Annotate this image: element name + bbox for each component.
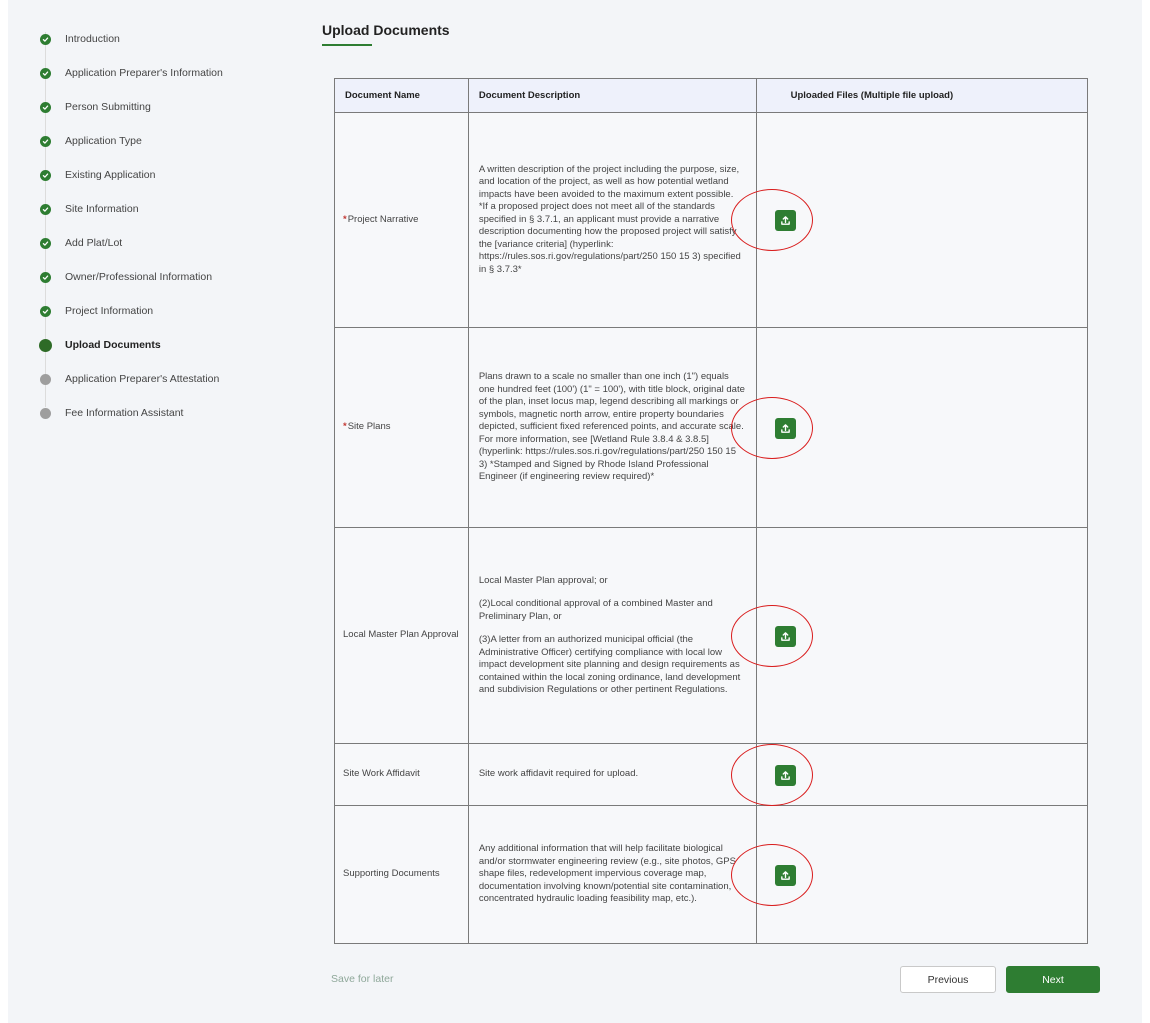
document-name-cell: Site Work Affidavit (334, 743, 469, 806)
document-description-cell: Site work affidavit required for upload. (467, 743, 757, 806)
step-label: Fee Information Assistant (65, 407, 184, 419)
upload-icon (780, 631, 791, 642)
table-row: Site Work Affidavit Site work affidavit r… (334, 743, 1089, 806)
upload-button[interactable] (774, 625, 796, 647)
header-uploaded-files: Uploaded Files (Multiple file upload) (755, 78, 1089, 113)
step-item[interactable]: Site Information (34, 192, 274, 226)
table-row: Local Master Plan Approval Local Master P… (334, 527, 1089, 744)
upload-button[interactable] (774, 764, 796, 786)
required-indicator: * (343, 213, 347, 225)
uploaded-files-cell (730, 527, 1089, 744)
step-item[interactable]: Person Submitting (34, 90, 274, 124)
upload-icon (780, 770, 791, 781)
upload-icon (780, 423, 791, 434)
step-item[interactable]: Existing Application (34, 158, 274, 192)
description-paragraph: *If a proposed project does not meet all… (478, 201, 741, 275)
check-circle-icon (40, 203, 51, 215)
table-row: *Site Plans Plans drawn to a scale no sma… (334, 327, 1089, 528)
step-label: Site Information (65, 203, 139, 215)
document-name: Local Master Plan Approval (343, 629, 459, 641)
document-name-cell: Supporting Documents (334, 805, 469, 944)
title-underline (322, 44, 372, 46)
document-description-cell: Any additional information that will hel… (467, 805, 757, 944)
page-title: Upload Documents (322, 22, 450, 38)
document-name: Site Plans (347, 421, 391, 433)
description-paragraph: Site work affidavit required for upload. (478, 768, 639, 780)
step-label: Application Type (65, 135, 142, 147)
pending-step-icon (40, 373, 51, 385)
check-circle-icon (40, 237, 51, 249)
step-item[interactable]: Application Preparer's Information (34, 56, 274, 90)
save-for-later-link[interactable]: Save for later (331, 973, 393, 985)
document-name-cell: Local Master Plan Approval (334, 527, 469, 744)
document-description-cell: Local Master Plan approval; or (2)Local c… (467, 527, 757, 744)
check-circle-icon (40, 67, 51, 79)
required-indicator: * (343, 421, 347, 433)
description-paragraph: (2)Local conditional approval of a combi… (478, 598, 713, 622)
upload-button[interactable] (774, 210, 796, 231)
description-paragraph: (3)A letter from an authorized municipal… (478, 634, 741, 695)
document-name: Project Narrative (347, 213, 419, 225)
check-circle-icon (40, 271, 51, 283)
check-circle-icon (40, 101, 51, 113)
uploaded-files-cell (730, 327, 1089, 528)
step-item[interactable]: Owner/Professional Information (34, 260, 274, 294)
document-description-cell: A written description of the project inc… (467, 112, 757, 328)
header-document-description: Document Description (467, 78, 757, 113)
current-step-icon (39, 338, 52, 352)
table-row: Supporting Documents Any additional infor… (334, 805, 1089, 944)
step-label: Project Information (65, 305, 154, 317)
step-label: Introduction (65, 33, 120, 45)
step-item[interactable]: Project Information (34, 294, 274, 328)
step-item[interactable]: Introduction (34, 22, 274, 56)
uploaded-files-cell (730, 805, 1089, 944)
document-name: Site Work Affidavit (343, 768, 420, 780)
uploaded-files-cell (730, 112, 1089, 328)
pending-step-icon (40, 407, 51, 419)
uploaded-files-cell (730, 743, 1089, 806)
upload-icon (780, 870, 791, 881)
step-label: Owner/Professional Information (65, 271, 213, 283)
step-item[interactable]: Add Plat/Lot (34, 226, 274, 260)
step-item: Application Preparer's Attestation (34, 362, 274, 396)
documents-table: Document Name Document Description Uploa… (334, 78, 1089, 944)
step-label: Upload Documents (65, 339, 161, 351)
check-circle-icon (40, 169, 51, 181)
description-paragraph: A written description of the project inc… (478, 163, 740, 200)
progress-steps: Introduction Application Preparer's Infor… (34, 22, 274, 430)
check-circle-icon (40, 33, 51, 45)
header-document-name: Document Name (334, 78, 469, 113)
description-paragraph: Any additional information that will hel… (478, 843, 736, 905)
step-label: Application Preparer's Information (65, 67, 223, 79)
check-circle-icon (40, 135, 51, 147)
upload-button[interactable] (774, 864, 796, 886)
table-row: *Project Narrative A written description … (334, 112, 1089, 328)
step-item[interactable]: Application Type (34, 124, 274, 158)
step-label: Person Submitting (65, 101, 151, 113)
upload-icon (780, 215, 791, 226)
step-label: Add Plat/Lot (65, 237, 123, 249)
description-paragraph: Local Master Plan approval; or (478, 574, 608, 586)
step-item: Upload Documents (34, 328, 274, 362)
table-header-row: Document Name Document Description Uploa… (334, 78, 1089, 113)
previous-button[interactable]: Previous (900, 966, 996, 993)
next-button[interactable]: Next (1006, 966, 1100, 993)
description-paragraph: Plans drawn to a scale no smaller than o… (478, 371, 745, 483)
step-item: Fee Information Assistant (34, 396, 274, 430)
upload-button[interactable] (774, 417, 796, 439)
check-circle-icon (40, 305, 51, 317)
document-name-cell: *Site Plans (334, 327, 469, 528)
step-label: Application Preparer's Attestation (65, 373, 220, 385)
document-name-cell: *Project Narrative (334, 112, 469, 328)
step-label: Existing Application (65, 169, 156, 181)
document-name: Supporting Documents (343, 868, 440, 880)
document-description-cell: Plans drawn to a scale no smaller than o… (467, 327, 757, 528)
